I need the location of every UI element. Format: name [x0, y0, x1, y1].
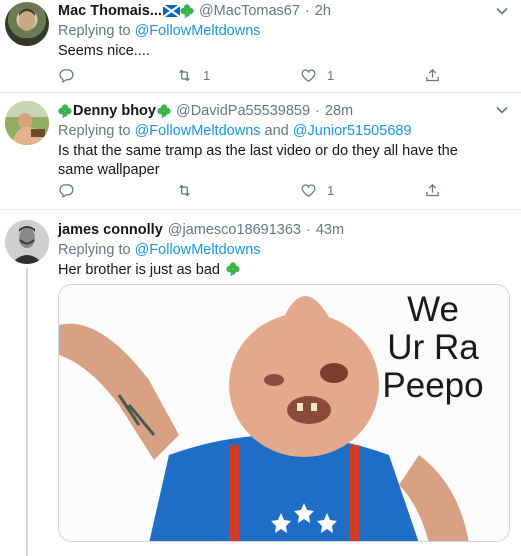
- share-button[interactable]: [424, 67, 441, 84]
- replying-to-label: Replying to: [58, 23, 131, 39]
- clover-icon: [180, 4, 194, 19]
- like-count: 1: [327, 182, 335, 198]
- author-name[interactable]: Denny bhoy: [73, 103, 156, 119]
- share-icon: [426, 68, 439, 81]
- reply-button[interactable]: [58, 67, 75, 84]
- replying-to: Replying to @FollowMeltdowns: [58, 241, 521, 260]
- avatar-portrait-icon: [13, 8, 41, 46]
- reply-button[interactable]: [58, 182, 75, 199]
- tweet-text: Seems nice....: [58, 43, 150, 59]
- retweet-icon: [179, 69, 190, 81]
- like-button[interactable]: 1: [300, 182, 334, 199]
- like-count: 1: [327, 67, 335, 83]
- tweet-text: Is that the same tramp as the last video…: [58, 143, 458, 178]
- avatar-photo-icon: [5, 101, 49, 145]
- meme-line: We: [407, 290, 459, 329]
- reply-user-link[interactable]: @FollowMeltdowns: [135, 242, 261, 258]
- author-handle[interactable]: @jamesco18691363: [168, 222, 301, 238]
- tweet-text-row: Her brother is just as bad: [58, 261, 521, 280]
- tweet-media-image[interactable]: We Ur Ra Peepo: [58, 284, 510, 542]
- meme-line: Ur Ra: [387, 328, 479, 367]
- reply-icon: [59, 68, 74, 83]
- author-name[interactable]: Mac Thomais...: [58, 3, 162, 19]
- replying-to-label: Replying to: [58, 123, 131, 139]
- like-icon: [301, 183, 316, 197]
- separator-dot: ·: [315, 103, 320, 119]
- tweet-actions: 1: [58, 181, 458, 199]
- clover-icon: [226, 262, 240, 277]
- chevron-down-icon[interactable]: [495, 103, 509, 117]
- author-handle[interactable]: @MacTomas67: [199, 3, 300, 19]
- separator-dot: ·: [304, 3, 310, 19]
- reply-and: and: [264, 123, 289, 139]
- tweet-actions: 1 1: [58, 66, 458, 84]
- meme-line: Peepo: [382, 366, 484, 405]
- chevron-down-icon[interactable]: [495, 4, 509, 18]
- scotland-flag-icon: [162, 4, 181, 18]
- reply-user-link[interactable]: @FollowMeltdowns: [135, 123, 261, 139]
- timestamp[interactable]: 28m: [325, 103, 353, 119]
- retweet-icon: [179, 184, 190, 196]
- like-icon: [301, 68, 316, 82]
- share-button[interactable]: [424, 182, 441, 199]
- avatar[interactable]: [5, 220, 49, 264]
- tweet-text: Her brother is just as bad: [58, 262, 220, 278]
- retweet-button[interactable]: [176, 182, 193, 199]
- author-name[interactable]: james connolly: [58, 222, 163, 238]
- retweet-button[interactable]: 1: [176, 67, 210, 84]
- timestamp[interactable]: 2h: [315, 3, 331, 19]
- avatar[interactable]: [5, 2, 49, 46]
- separator-dot: ·: [306, 222, 311, 238]
- avatar-portrait-icon: [5, 220, 49, 264]
- meme-caption: We Ur Ra Peepo: [373, 291, 493, 405]
- replying-to-label: Replying to: [58, 242, 131, 258]
- clover-icon: [58, 104, 72, 119]
- timestamp[interactable]: 43m: [316, 222, 344, 238]
- retweet-count: 1: [203, 67, 211, 83]
- share-icon: [426, 183, 439, 196]
- tweet-3[interactable]: james connolly @jamesco18691363 · 43m Re…: [0, 210, 521, 556]
- thread-line: [26, 268, 28, 556]
- reply-icon: [59, 183, 74, 198]
- replying-to: Replying to @FollowMeltdowns: [58, 22, 521, 41]
- avatar[interactable]: [5, 101, 49, 145]
- tweet-2[interactable]: Denny bhoy @DavidPa55539859 · 28m Replyi…: [0, 93, 521, 210]
- like-button[interactable]: 1: [300, 67, 334, 84]
- reply-user-link[interactable]: @Junior51505689: [293, 123, 412, 139]
- reply-user-link[interactable]: @FollowMeltdowns: [135, 23, 261, 39]
- replying-to: Replying to @FollowMeltdowns and @Junior…: [58, 122, 521, 141]
- author-handle[interactable]: @DavidPa55539859: [176, 103, 310, 119]
- clover-icon: [157, 104, 171, 119]
- tweet-1[interactable]: Mac Thomais... @MacTomas67 · 2h Replying…: [0, 0, 521, 93]
